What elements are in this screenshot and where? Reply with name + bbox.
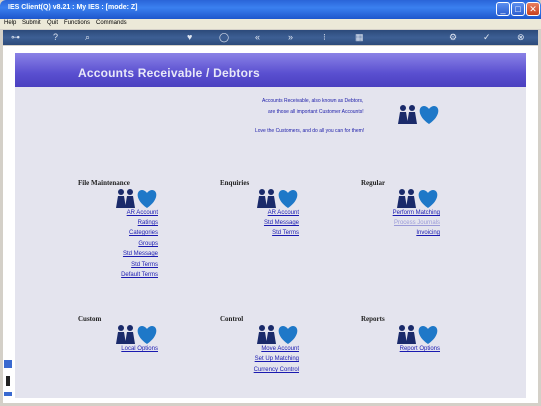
customer-heart-logo	[116, 325, 157, 344]
application-window: IES Client(Q) v8.21 : My IES : [mode: Z]…	[0, 0, 541, 406]
heart-icon[interactable]: ♥	[187, 31, 192, 44]
menu-bar: Help Submit Quit Functions Commands	[0, 19, 541, 29]
customer-heart-logo	[397, 189, 438, 208]
info-icon[interactable]: ⁝	[323, 31, 326, 44]
menu-submit[interactable]: Submit	[22, 20, 41, 26]
customer-heart-logo	[116, 189, 157, 208]
customer-heart-logo	[257, 189, 298, 208]
forward-icon[interactable]: »	[288, 31, 293, 44]
link-fm-ratings[interactable]: Ratings	[138, 220, 158, 226]
link-reg-perform-matching[interactable]: Perform Matching	[393, 210, 440, 216]
link-reg-process-journals[interactable]: Process Journals	[394, 220, 440, 226]
menu-commands[interactable]: Commands	[96, 20, 127, 26]
link-rep-report-options[interactable]: Report Options	[400, 346, 440, 352]
link-ctl-set-up-matching[interactable]: Set Up Matching	[255, 356, 299, 362]
customer-heart-logo	[397, 325, 438, 344]
side-panel-icons[interactable]	[3, 358, 13, 398]
section-title-reports: Reports	[361, 315, 385, 323]
link-fm-default-terms[interactable]: Default Terms	[121, 272, 158, 278]
section-title-regular: Regular	[361, 179, 386, 187]
link-custom-local-options[interactable]: Local Options	[121, 346, 158, 352]
window-title: IES Client(Q) v8.21 : My IES : [mode: Z]	[8, 4, 138, 11]
minimize-button[interactable]: _	[496, 2, 510, 16]
link-reg-invoicing[interactable]: Invoicing	[416, 230, 440, 236]
section-title-custom: Custom	[78, 315, 102, 323]
link-fm-groups[interactable]: Groups	[138, 241, 158, 247]
link-fm-categories[interactable]: Categories	[129, 230, 158, 236]
menu-functions[interactable]: Functions	[64, 20, 90, 26]
close-button[interactable]: ✕	[526, 2, 540, 16]
check-icon[interactable]: ✓	[483, 31, 491, 44]
page-title: Accounts Receivable / Debtors	[78, 66, 260, 80]
print-icon[interactable]: ▦	[355, 31, 364, 44]
key-icon[interactable]: ⊶	[11, 31, 20, 44]
close-icon[interactable]: ⊗	[517, 31, 525, 44]
intro-line-2: are those all important Customer Account…	[268, 109, 364, 115]
link-enq-ar-account[interactable]: AR Account	[268, 210, 299, 216]
section-title-enquiries: Enquiries	[220, 179, 250, 187]
intro-line-1: Accounts Receivable, also known as Debto…	[262, 98, 364, 104]
customer-heart-logo	[398, 105, 439, 124]
section-title-file-maintenance: File Maintenance	[78, 179, 130, 187]
search-icon[interactable]: ⌕	[85, 31, 90, 44]
intro-line-3: Love the Customers, and do all you can f…	[255, 128, 365, 134]
link-fm-std-message[interactable]: Std Message	[123, 251, 158, 257]
link-ctl-move-account[interactable]: Move Account	[261, 346, 299, 352]
customer-heart-logo	[257, 325, 298, 344]
maximize-button[interactable]: □	[511, 2, 525, 16]
link-enq-std-message[interactable]: Std Message	[264, 220, 299, 226]
link-ctl-currency-control[interactable]: Currency Control	[254, 367, 299, 373]
title-bar[interactable]: IES Client(Q) v8.21 : My IES : [mode: Z]…	[0, 0, 541, 19]
settings-icon[interactable]: ⚙	[449, 31, 457, 44]
toolbar: ⊶ ? ⌕ ♥ ◯ « » ⁝ ▦ ⚙ ✓ ⊗	[3, 30, 538, 45]
section-title-control: Control	[220, 315, 244, 323]
rewind-icon[interactable]: «	[255, 31, 260, 44]
help-icon[interactable]: ?	[53, 31, 58, 44]
link-fm-ar-account[interactable]: AR Account	[127, 210, 158, 216]
link-fm-std-terms[interactable]: Std Terms	[131, 262, 158, 268]
circle-icon[interactable]: ◯	[219, 31, 229, 44]
menu-quit[interactable]: Quit	[47, 20, 58, 26]
menu-help[interactable]: Help	[4, 20, 16, 26]
link-enq-std-terms[interactable]: Std Terms	[272, 230, 299, 236]
